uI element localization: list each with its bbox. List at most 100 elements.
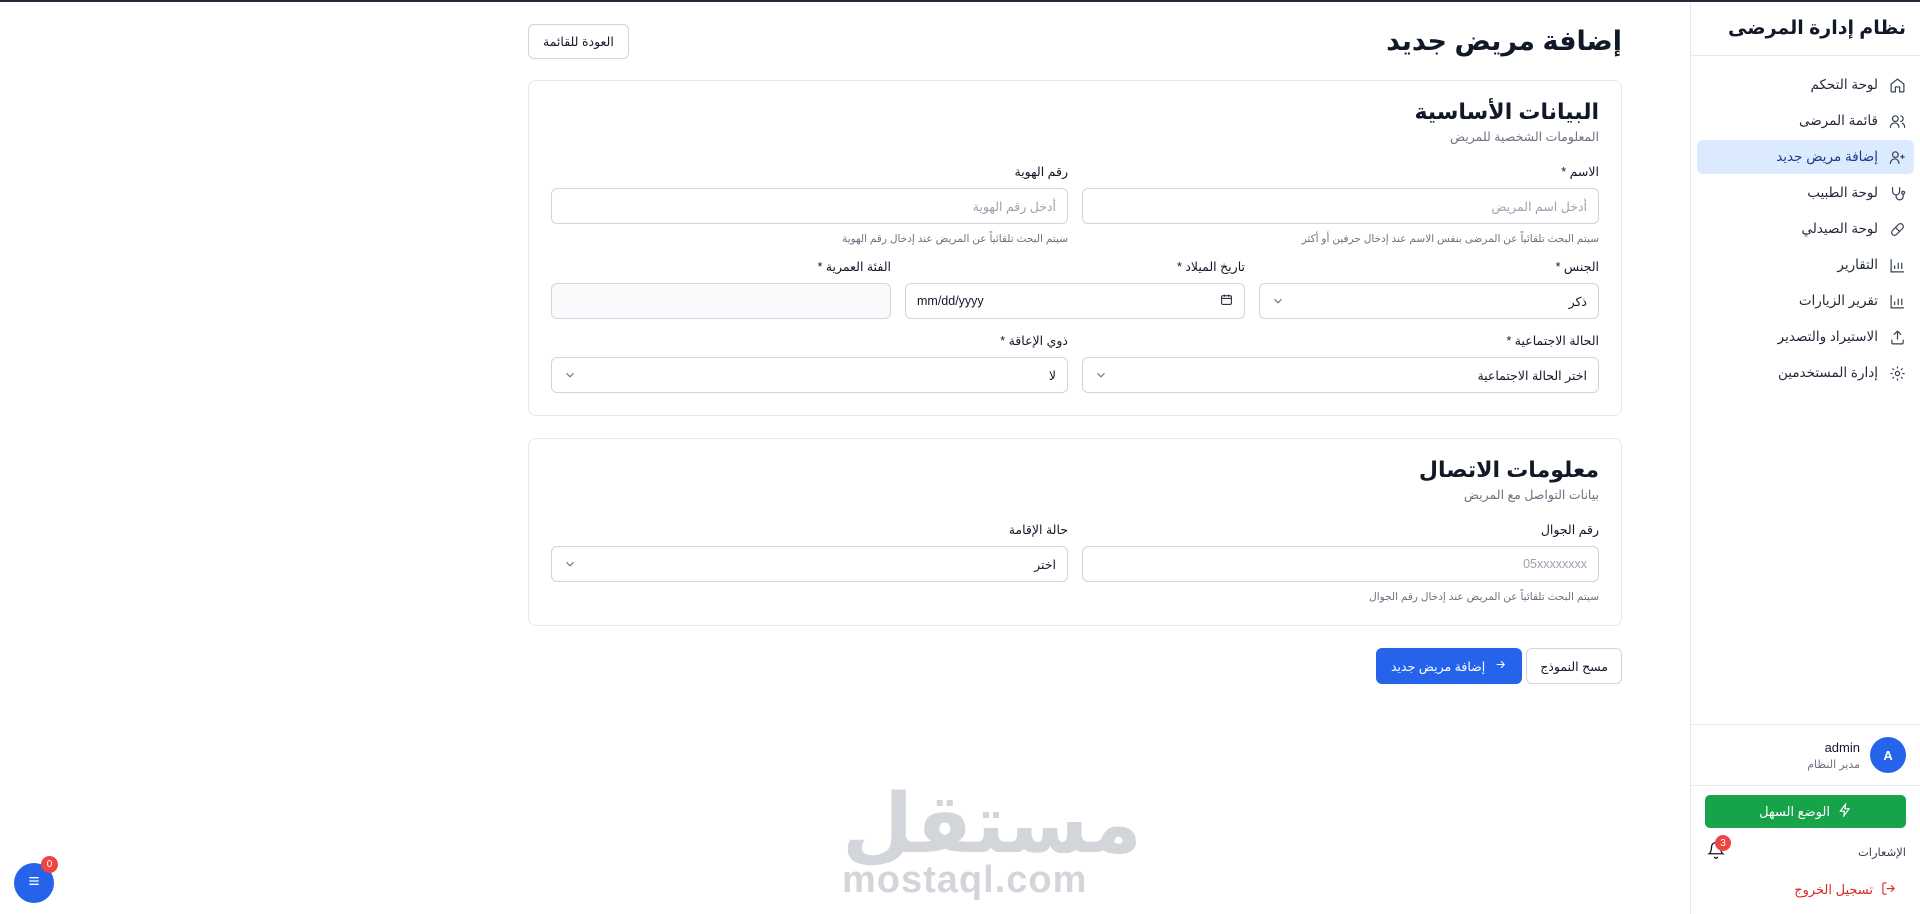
pill-icon xyxy=(1888,220,1906,238)
submit-label: إضافة مريض جديد xyxy=(1391,659,1486,674)
floating-menu-button[interactable]: 0 xyxy=(14,856,58,903)
social-status-field-group: الحالة الاجتماعية * اختر الحالة الاجتماع… xyxy=(1082,333,1599,393)
form-row: رقم الجوال 05xxxxxxxx سيتم البحث تلقائيا… xyxy=(551,522,1599,603)
sidebar-item-dashboard[interactable]: لوحة التحكم xyxy=(1697,68,1914,102)
calendar-icon[interactable] xyxy=(1220,293,1233,309)
sidebar-item-label: تقرير الزيارات xyxy=(1798,293,1878,308)
birthdate-input[interactable]: mm/dd/yyyy xyxy=(905,283,1245,319)
menu-icon xyxy=(26,873,42,894)
age-group-field-group: الفئة العمرية * xyxy=(551,259,891,319)
residence-field-group: حالة الإقامة اختر xyxy=(551,522,1068,603)
contact-info-subtitle: بيانات التواصل مع المريض xyxy=(1463,488,1599,502)
user-plus-icon xyxy=(1888,148,1906,166)
sidebar-item-label: التقارير xyxy=(1837,257,1878,272)
gender-select[interactable]: ذكر xyxy=(1259,283,1599,319)
gender-value: ذكر xyxy=(1568,294,1587,309)
notifications-row: الإشعارات 3 xyxy=(1705,835,1906,864)
chevron-down-icon xyxy=(1271,294,1285,308)
social-status-value: اختر الحالة الاجتماعية xyxy=(1477,368,1587,383)
age-group-label: الفئة العمرية * xyxy=(817,260,891,274)
sidebar-item-visits-report[interactable]: تقرير الزيارات xyxy=(1697,284,1914,318)
form-row: الحالة الاجتماعية * اختر الحالة الاجتماع… xyxy=(551,333,1599,393)
sidebar-item-add-patient[interactable]: إضافة مريض جديد xyxy=(1697,140,1914,174)
logout-label: تسجيل الخروج xyxy=(1794,882,1873,897)
name-input[interactable]: أدخل اسم المريض xyxy=(1082,188,1599,224)
form-row: الاسم * أدخل اسم المريض سيتم البحث تلقائ… xyxy=(551,164,1599,245)
phone-hint: سيتم البحث تلقائياً عن المريض عند إدخال … xyxy=(1369,591,1599,603)
disability-field-group: ذوي الإعاقة * لا xyxy=(551,333,1068,393)
form-row: الجنس * ذكر تاريخ الميلاد * mm/dd/yyyy ا… xyxy=(551,259,1599,319)
chevron-down-icon xyxy=(1094,368,1108,382)
residence-select[interactable]: اختر xyxy=(551,546,1068,582)
residence-value: اختر xyxy=(1034,557,1056,572)
notifications-button[interactable]: 3 xyxy=(1705,835,1731,863)
fab-badge: 0 xyxy=(41,856,58,873)
logout-button[interactable]: تسجيل الخروج xyxy=(1794,881,1896,899)
notifications-badge: 3 xyxy=(1715,835,1731,851)
form-actions: إضافة مريض جديد مسح النموذج xyxy=(528,648,1622,684)
phone-input[interactable]: 05xxxxxxxx xyxy=(1082,546,1599,582)
stethoscope-icon xyxy=(1888,184,1906,202)
sidebar-item-label: لوحة التحكم xyxy=(1810,77,1878,92)
users-icon xyxy=(1888,112,1906,130)
upload-icon xyxy=(1888,328,1906,346)
phone-field-group: رقم الجوال 05xxxxxxxx سيتم البحث تلقائيا… xyxy=(1082,522,1599,603)
id-label: رقم الهوية xyxy=(1014,165,1069,179)
disability-select[interactable]: لا xyxy=(551,357,1068,393)
sidebar-header: نظام إدارة المرضى xyxy=(1691,2,1920,56)
sidebar-item-label: قائمة المرضى xyxy=(1799,113,1878,128)
gender-field-group: الجنس * ذكر xyxy=(1259,259,1599,319)
user-profile[interactable]: A admin مدير النظام xyxy=(1691,724,1920,786)
gear-icon xyxy=(1888,364,1906,382)
clear-form-button[interactable]: مسح النموذج xyxy=(1526,648,1622,684)
page-header: إضافة مريض جديد العودة للقائمة xyxy=(528,2,1622,80)
logout-icon xyxy=(1881,881,1896,899)
sidebar-item-users[interactable]: إدارة المستخدمين xyxy=(1697,356,1914,390)
birthdate-value: mm/dd/yyyy xyxy=(917,294,984,308)
gender-label: الجنس * xyxy=(1555,260,1599,274)
watermark-english: mostaql.com xyxy=(842,859,1088,901)
notifications-label: الإشعارات xyxy=(1857,847,1906,859)
submit-patient-button[interactable]: إضافة مريض جديد xyxy=(1376,648,1523,684)
sidebar: نظام إدارة المرضى لوحة التحكم قائمة المر… xyxy=(1690,2,1920,914)
name-hint: سيتم البحث تلقائياً عن المرضى بنفس الاسم… xyxy=(1301,233,1599,245)
id-number-input[interactable]: أدخل رقم الهوية xyxy=(551,188,1068,224)
user-info: admin مدير النظام xyxy=(1807,740,1860,771)
sidebar-item-label: إدارة المستخدمين xyxy=(1777,365,1878,380)
sidebar-item-doctor[interactable]: لوحة الطبيب xyxy=(1697,176,1914,210)
name-field-group: الاسم * أدخل اسم المريض سيتم البحث تلقائ… xyxy=(1082,164,1599,245)
chevron-down-icon xyxy=(563,368,577,382)
bar-chart-icon xyxy=(1888,292,1906,310)
watermark-arabic: مستقل xyxy=(842,779,1142,870)
sidebar-item-patients[interactable]: قائمة المرضى xyxy=(1697,104,1914,138)
sidebar-item-pharmacist[interactable]: لوحة الصيدلي xyxy=(1697,212,1914,246)
watermark: مستقل mostaql.com xyxy=(842,779,1142,901)
social-status-select[interactable]: اختر الحالة الاجتماعية xyxy=(1082,357,1599,393)
contact-info-card: معلومات الاتصال بيانات التواصل مع المريض… xyxy=(528,438,1622,626)
user-name: admin xyxy=(1824,739,1860,755)
sidebar-item-label: لوحة الطبيب xyxy=(1807,185,1878,200)
birthdate-field-group: تاريخ الميلاد * mm/dd/yyyy xyxy=(905,259,1245,319)
user-role: مدير النظام xyxy=(1807,758,1860,771)
home-icon xyxy=(1888,76,1906,94)
back-to-list-button[interactable]: العودة للقائمة xyxy=(528,23,629,59)
id-field-group: رقم الهوية أدخل رقم الهوية سيتم البحث تل… xyxy=(551,164,1068,245)
disability-value: لا xyxy=(1048,368,1056,383)
birthdate-label: تاريخ الميلاد * xyxy=(1177,260,1245,274)
sidebar-item-import-export[interactable]: الاستيراد والتصدير xyxy=(1697,320,1914,354)
chevron-down-icon xyxy=(563,557,577,571)
basic-info-subtitle: المعلومات الشخصية للمريض xyxy=(1449,130,1599,144)
easy-mode-button[interactable]: الوضع السهل xyxy=(1705,795,1906,828)
lightning-icon xyxy=(1838,802,1852,820)
page-title: إضافة مريض جديد xyxy=(1386,25,1622,56)
easy-mode-label: الوضع السهل xyxy=(1759,803,1830,819)
social-status-label: الحالة الاجتماعية * xyxy=(1506,334,1599,348)
sidebar-item-label: إضافة مريض جديد xyxy=(1776,149,1878,164)
sidebar-item-reports[interactable]: التقارير xyxy=(1697,248,1914,282)
sidebar-item-label: الاستيراد والتصدير xyxy=(1777,329,1878,344)
main-content: إضافة مريض جديد العودة للقائمة البيانات … xyxy=(528,2,1622,684)
phone-label: رقم الجوال xyxy=(1540,523,1599,537)
sidebar-nav: لوحة التحكم قائمة المرضى إضافة مريض جديد… xyxy=(1691,56,1920,390)
id-hint: سيتم البحث تلقائياً عن المريض عند إدخال … xyxy=(842,233,1068,245)
bar-chart-icon xyxy=(1888,256,1906,274)
